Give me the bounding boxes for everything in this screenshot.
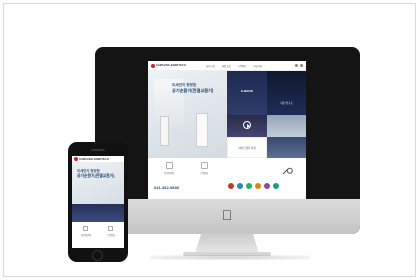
mobile-consult-icon[interactable]	[108, 226, 113, 231]
service-center-label: 서비스센터 안내	[238, 147, 256, 150]
cert-badge	[246, 183, 252, 189]
search-icon[interactable]	[295, 64, 298, 67]
estimate-label[interactable]: 온라인견적	[158, 171, 180, 175]
cert-badge	[255, 183, 261, 189]
hero-title-line2: 공기순환기(전열교환기)	[172, 88, 214, 93]
nav-item-products[interactable]: 제품소개	[222, 64, 231, 68]
desktop-website: SAMSUNG ENERTECH 회사소개 제품소개 고객센터 커뮤니티 미세먼…	[148, 61, 306, 199]
menu-icon[interactable]	[300, 64, 303, 67]
mobile-logo-text[interactable]: SAMSUNG ENERTECH	[79, 158, 109, 161]
tech-lab-tile[interactable]: 기술 연구소	[267, 71, 306, 115]
building-image-tile[interactable]	[267, 137, 306, 158]
mobile-hero-banner: 미세먼지 청정함 공기순환기(전열교환기)	[72, 162, 124, 204]
tech-lab-label: 기술 연구소	[280, 102, 293, 105]
city-image-tile[interactable]	[267, 115, 306, 137]
video-tile[interactable]	[227, 115, 267, 137]
mobile-hero-title: 미세먼지 청정함 공기순환기(전열교환기)	[77, 169, 121, 179]
nav-item-community[interactable]: 커뮤니티	[253, 64, 262, 68]
header-utilities	[295, 64, 303, 67]
hero-banner: 미세먼지 청정함 공기순환기(전열교환기)	[148, 71, 227, 158]
iphone-speaker	[91, 149, 105, 151]
logo-mark-icon	[151, 63, 155, 68]
imac-shadow	[150, 255, 310, 260]
cert-badge	[228, 183, 234, 189]
imac-stand	[195, 233, 259, 253]
mobile-website: SAMSUNG ENERTECH 미세먼지 청정함 공기순환기(전열교환기) 온…	[72, 156, 124, 248]
service-center-tile[interactable]: 서비스센터 안내	[227, 137, 267, 158]
logo-text: SAMSUNG ENERTECH	[156, 64, 186, 67]
phone-number: 041-362-9838	[154, 185, 179, 190]
site-header: SAMSUNG ENERTECH 회사소개 제품소개 고객센터 커뮤니티	[148, 61, 306, 71]
nav-item-company[interactable]: 회사소개	[206, 64, 215, 68]
wrench-icon	[282, 167, 293, 175]
mobile-estimate-icon[interactable]	[83, 226, 88, 231]
cert-badge	[237, 183, 243, 189]
mobile-logo-mark-icon	[74, 157, 78, 161]
estimate-icon[interactable]	[166, 162, 173, 169]
nav-item-support[interactable]: 고객센터	[237, 64, 246, 68]
ebook-label: E-BOOK	[241, 89, 253, 93]
mobile-estimate-label[interactable]: 온라인견적	[76, 233, 96, 237]
cert-badge	[273, 183, 279, 189]
site-logo[interactable]: SAMSUNG ENERTECH	[151, 63, 186, 68]
play-icon[interactable]	[243, 121, 251, 129]
apple-logo-icon: 	[220, 208, 234, 223]
mobile-hero-line2: 공기순환기(전열교환기)	[77, 174, 115, 178]
tools-tile[interactable]	[267, 158, 306, 182]
iphone-home-button	[92, 250, 103, 261]
hero-product-tall	[196, 113, 208, 147]
consult-icon[interactable]	[201, 162, 208, 169]
mobile-quick-links: 온라인견적 고객상담	[72, 222, 124, 248]
hero-product-small	[160, 116, 169, 146]
info-section: 온라인견적 고객상담 041-362-9838	[148, 158, 306, 199]
cert-badge	[264, 183, 270, 189]
mobile-dark-banner[interactable]	[72, 204, 124, 222]
mobile-consult-label[interactable]: 고객상담	[101, 233, 121, 237]
consult-label[interactable]: 고객상담	[193, 171, 215, 175]
certification-badges	[228, 183, 279, 189]
ebook-tile[interactable]: E-BOOK	[227, 71, 267, 115]
mockup-canvas:  SAMSUNG ENERTECH 회사소개 제품소개 고객센터 커뮤니티 미	[0, 0, 419, 280]
hero-title: 미세먼지 청정함 공기순환기(전열교환기)	[172, 83, 222, 94]
main-nav: 회사소개 제품소개 고객센터 커뮤니티	[206, 64, 262, 68]
